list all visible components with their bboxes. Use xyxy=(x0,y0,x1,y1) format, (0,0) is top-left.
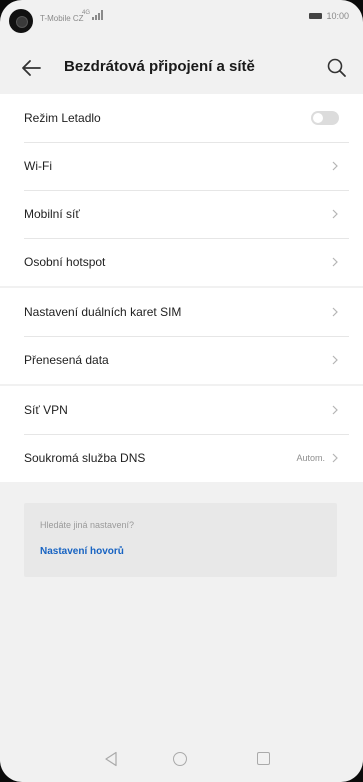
airplane-mode-toggle[interactable] xyxy=(311,111,339,125)
chevron-right-icon xyxy=(332,355,338,365)
wifi-label: Wi-Fi xyxy=(24,159,52,173)
system-navigation-bar xyxy=(0,740,363,782)
front-camera-icon xyxy=(9,9,33,33)
nav-recent-apps-icon[interactable] xyxy=(257,752,270,765)
chevron-right-icon xyxy=(332,307,338,317)
network-type: 4G xyxy=(82,10,91,16)
page-title: Bezdrátová připojení a sítě xyxy=(64,58,255,75)
nav-home-icon[interactable] xyxy=(173,752,187,766)
hotspot-label: Osobní hotspot xyxy=(24,255,106,269)
nav-back-icon[interactable] xyxy=(104,751,118,767)
private-dns-label: Soukromá služba DNS xyxy=(24,451,146,465)
data-usage-label: Přenesená data xyxy=(24,353,109,367)
dual-sim-row[interactable]: Nastavení duálních karet SIM xyxy=(0,288,363,336)
private-dns-value: Autom. xyxy=(296,453,325,463)
data-usage-row[interactable]: Přenesená data xyxy=(0,336,363,384)
call-settings-link[interactable]: Nastavení hovorů xyxy=(40,546,124,557)
airplane-mode-label: Režim Letadlo xyxy=(24,111,101,125)
battery-icon xyxy=(309,13,323,19)
dual-sim-label: Nastavení duálních karet SIM xyxy=(24,305,182,319)
chevron-right-icon xyxy=(332,161,338,171)
settings-group-vpn-dns: Síť VPN Soukromá služba DNS Autom. xyxy=(0,386,363,482)
wifi-row[interactable]: Wi-Fi xyxy=(0,142,363,190)
chevron-right-icon xyxy=(332,209,338,219)
app-bar: Bezdrátová připojení a sítě xyxy=(0,46,363,90)
signal-strength-icon xyxy=(92,10,103,20)
chevron-right-icon xyxy=(332,453,338,463)
mobile-network-row[interactable]: Mobilní síť xyxy=(0,190,363,238)
status-bar: T-Mobile CZ 4G 10:00 xyxy=(0,0,363,40)
chevron-right-icon xyxy=(332,257,338,267)
carrier-name: T-Mobile CZ xyxy=(40,14,84,23)
private-dns-row[interactable]: Soukromá služba DNS Autom. xyxy=(0,434,363,482)
vpn-label: Síť VPN xyxy=(24,403,68,417)
chevron-right-icon xyxy=(332,405,338,415)
vpn-row[interactable]: Síť VPN xyxy=(0,386,363,434)
hotspot-row[interactable]: Osobní hotspot xyxy=(0,238,363,286)
settings-group-sim: Nastavení duálních karet SIM Přenesená d… xyxy=(0,288,363,384)
suggestion-card: Hledáte jiná nastavení? Nastavení hovorů xyxy=(24,503,337,577)
mobile-network-label: Mobilní síť xyxy=(24,207,80,221)
clock: 10:00 xyxy=(326,11,349,21)
phone-screen: T-Mobile CZ 4G 10:00 Bezdrátová připojen… xyxy=(0,0,363,782)
search-icon[interactable] xyxy=(325,56,349,80)
airplane-mode-row[interactable]: Režim Letadlo xyxy=(0,94,363,142)
settings-group-connectivity: Režim Letadlo Wi-Fi Mobilní síť Osobní h… xyxy=(0,94,363,286)
arrow-left-icon[interactable] xyxy=(20,58,44,78)
suggestion-hint: Hledáte jiná nastavení? xyxy=(40,520,135,530)
battery-time-group: 10:00 xyxy=(309,11,349,21)
